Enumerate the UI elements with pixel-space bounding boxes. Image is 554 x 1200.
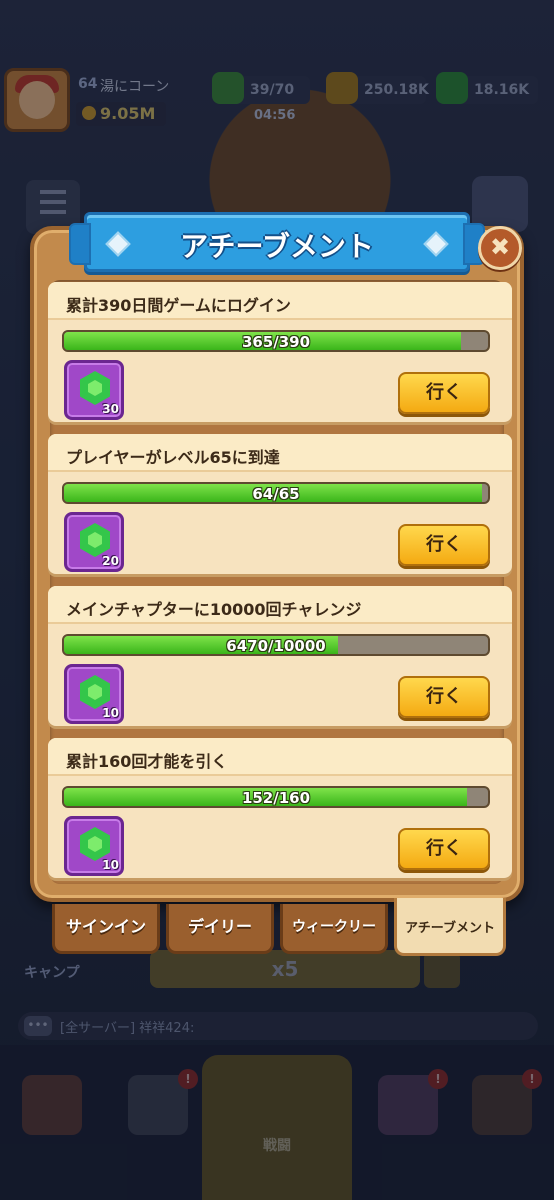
progress-text: 152/160 [241,789,311,807]
reward-slot[interactable]: 10 [64,816,124,876]
reward-slot[interactable]: 20 [64,512,124,572]
achievement-card: プレイヤーがレベル65に到達 64/65 20 行く [48,434,512,574]
green-gem-icon [80,523,110,557]
progress-bar: 365/390 [62,330,490,352]
card-header: プレイヤーがレベル65に到達 [48,434,512,472]
progress-text: 64/65 [252,485,300,503]
achievement-title: 累計390日間ゲームにログイン [66,296,291,315]
reward-slot[interactable]: 10 [64,664,124,724]
go-button[interactable]: 行く [398,372,490,414]
reward-slot[interactable]: 30 [64,360,124,420]
tab-signin[interactable]: サインイン [52,904,160,954]
card-header: 累計160回才能を引く [48,738,512,776]
green-gem-icon [80,371,110,405]
achievement-title: 累計160回才能を引く [66,752,228,771]
close-button[interactable]: ✖ [478,226,522,270]
achievement-title: プレイヤーがレベル65に到達 [66,448,280,467]
reward-count: 30 [102,402,119,416]
progress-bar: 152/160 [62,786,490,808]
card-header: メインチャプターに10000回チャレンジ [48,586,512,624]
card-header: 累計390日間ゲームにログイン [48,282,512,320]
reward-count: 20 [102,554,119,568]
tab-daily[interactable]: デイリー [166,904,274,954]
reward-count: 10 [102,858,119,872]
green-gem-icon [80,675,110,709]
achievement-card: 累計160回才能を引く 152/160 10 行く [48,738,512,878]
tab-weekly[interactable]: ウィークリー [280,904,388,954]
progress-text: 6470/10000 [226,637,326,655]
dialog-title-banner: アチーブメント [69,212,485,272]
progress-bar: 6470/10000 [62,634,490,656]
go-button[interactable]: 行く [398,524,490,566]
progress-text: 365/390 [241,333,311,351]
go-button[interactable]: 行く [398,676,490,718]
dialog-title: アチーブメント [180,230,374,263]
go-button[interactable]: 行く [398,828,490,870]
achievement-card: メインチャプターに10000回チャレンジ 6470/10000 10 行く [48,586,512,726]
achievement-card: 累計390日間ゲームにログイン 365/390 30 行く [48,282,512,422]
green-gem-icon [80,827,110,861]
reward-count: 10 [102,706,119,720]
achievement-title: メインチャプターに10000回チャレンジ [66,600,362,619]
progress-bar: 64/65 [62,482,490,504]
tab-achievement[interactable]: アチーブメント [394,898,506,956]
